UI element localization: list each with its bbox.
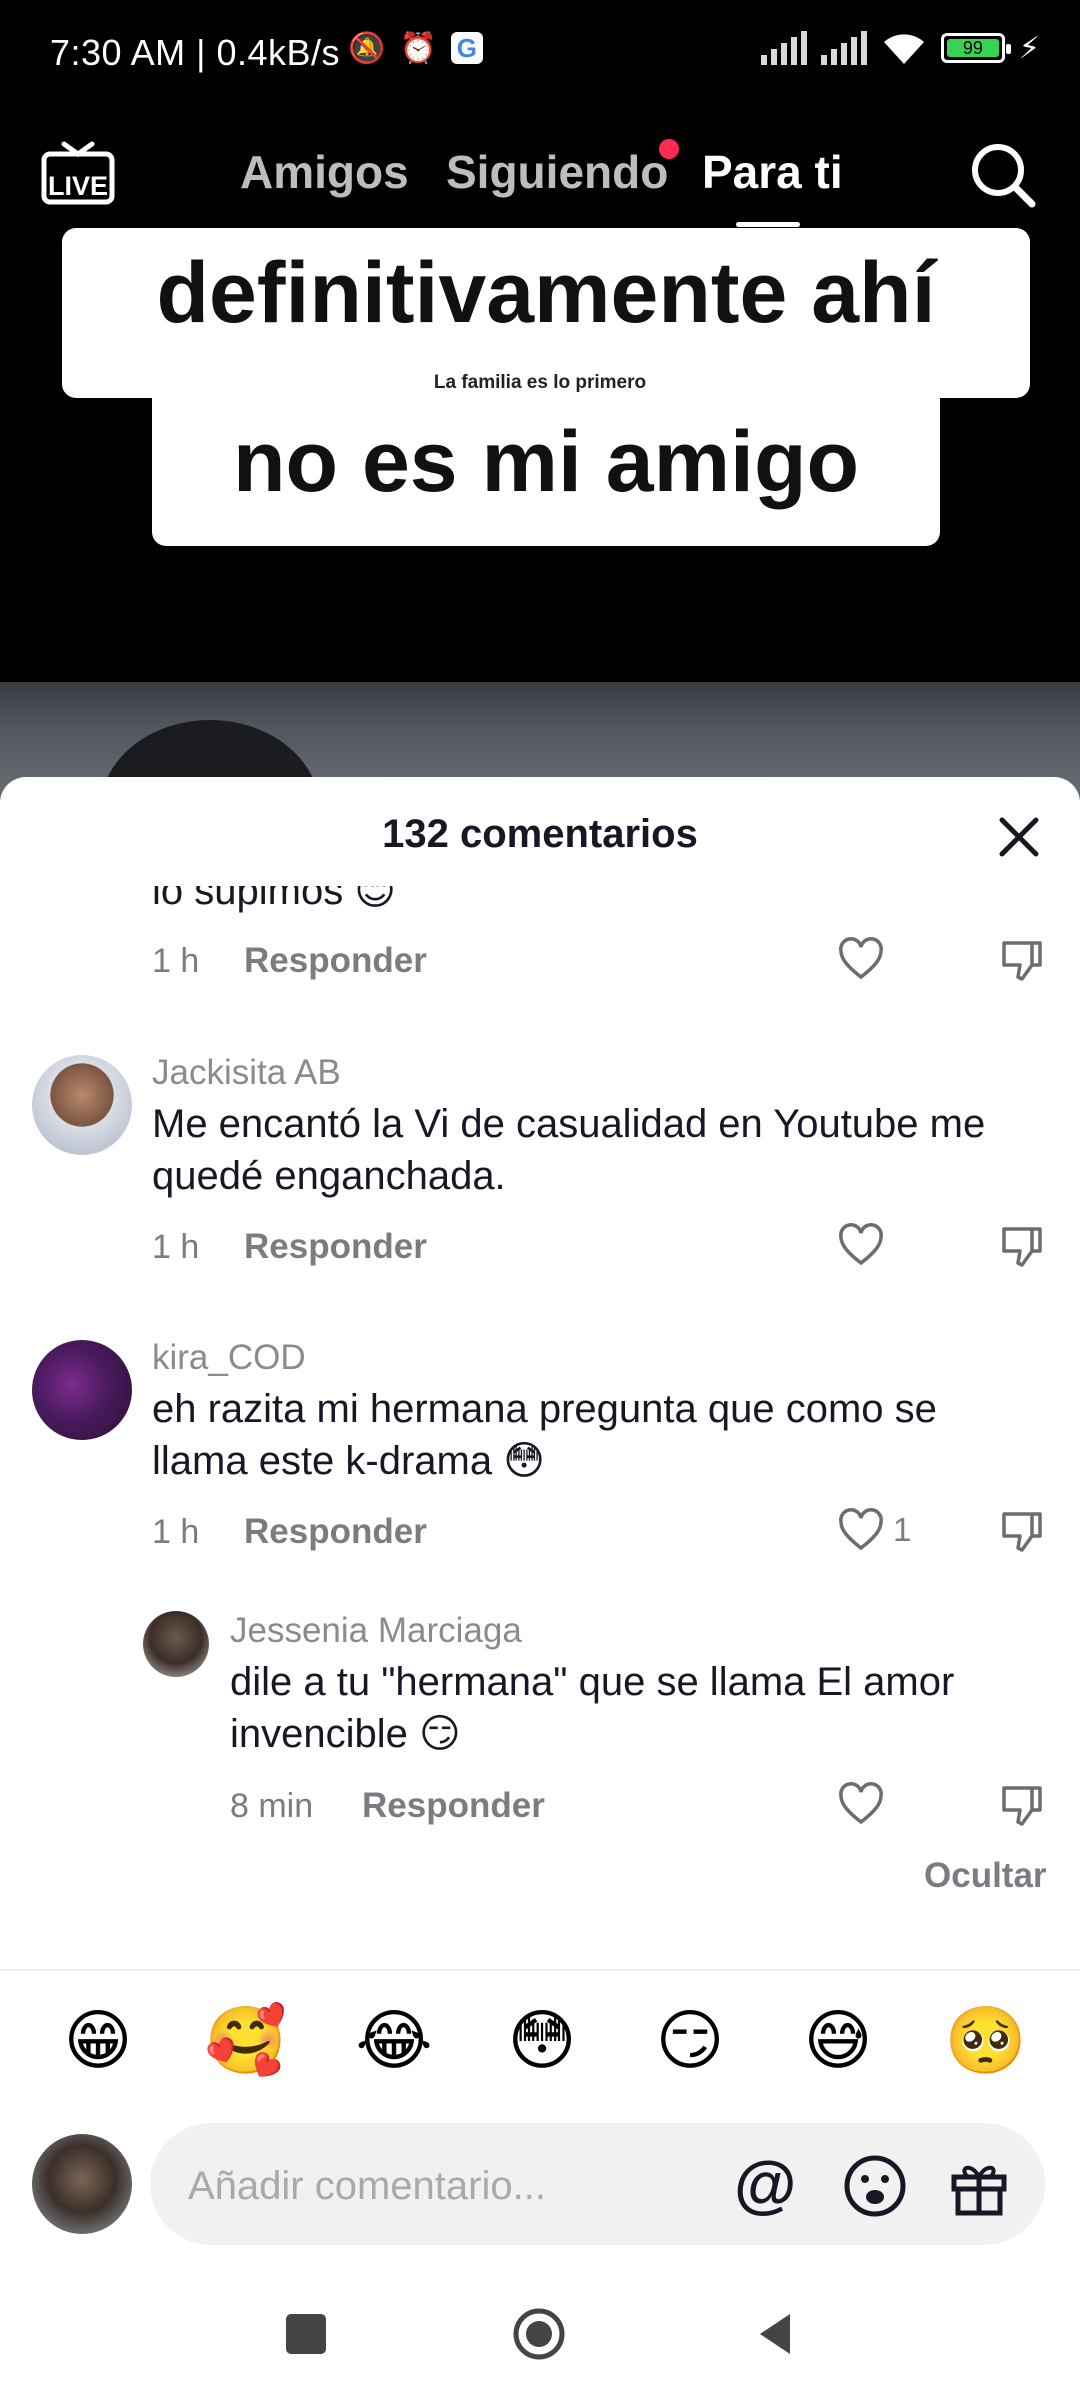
mention-icon[interactable]: @ (734, 2152, 796, 2216)
alarm-icon: ⏰ (399, 31, 437, 65)
my-avatar (32, 2134, 132, 2234)
charging-icon: ⚡ (1018, 31, 1040, 65)
tab-para-ti[interactable]: Para ti (702, 145, 843, 199)
reply-time: 8 min (230, 1787, 314, 1825)
dislike-icon[interactable] (998, 1508, 1044, 1554)
sheet-header-bg (0, 870, 1080, 886)
caption-subtitle: La familia es lo primero (433, 372, 647, 393)
status-time: 7:30 AM | 0.4kB/s (50, 32, 340, 73)
google-icon: G (450, 32, 483, 64)
live-button[interactable]: LIVE (40, 140, 116, 206)
reply-button[interactable]: Responder (244, 941, 427, 981)
signal-icon (760, 31, 807, 65)
emoji-icon[interactable] (842, 2153, 908, 2219)
hide-replies-button[interactable]: Ocultar (924, 1856, 1047, 1896)
close-icon[interactable] (992, 810, 1046, 864)
reply-text: dile a tu "hermana" que se llama El amor… (230, 1660, 955, 1756)
caption-line-2: no es mi amigo (152, 378, 940, 546)
avatar[interactable] (143, 1611, 209, 1677)
like-count: 1 (893, 1511, 912, 1548)
comment-text: Me encantó la Vi de casualidad en Youtub… (152, 1102, 986, 1198)
comment-username[interactable]: Jackisita AB (152, 1053, 341, 1093)
active-tab-indicator (736, 222, 800, 227)
notification-dot (659, 139, 679, 159)
emoji-grin[interactable]: 😁 (48, 2000, 148, 2080)
reply-button[interactable]: Responder (362, 1786, 545, 1826)
comment-time: 1 h (152, 942, 200, 980)
heart-icon[interactable] (838, 937, 884, 983)
comment-username[interactable]: kira_COD (152, 1338, 306, 1378)
caption-line-1-text: definitivamente ahí (156, 244, 936, 341)
comment-time: 1 h (152, 1513, 200, 1551)
wifi-icon (883, 34, 924, 64)
emoji-smiling-hearts[interactable]: 🥰 (196, 2000, 296, 2080)
battery-icon: 99 (940, 33, 1011, 63)
avatar[interactable] (32, 1055, 132, 1155)
signal-icon-2 (820, 31, 867, 65)
comments-title: 132 comentarios (382, 812, 698, 856)
status-icons: 🔕 ⏰ G 99 ⚡ (348, 30, 1040, 66)
back-icon[interactable] (752, 2310, 800, 2358)
emoji-smirk[interactable]: 😏 (640, 2000, 740, 2080)
live-label: LIVE (48, 171, 109, 201)
reply-button[interactable]: Responder (244, 1512, 427, 1552)
emoji-pleading[interactable]: 🥺 (936, 2000, 1036, 2080)
divider (0, 1969, 1080, 1971)
caption-line-2-text: no es mi amigo (232, 413, 860, 510)
reply-button[interactable]: Responder (244, 1227, 427, 1267)
emoji-joy[interactable]: 😂 (344, 2000, 444, 2080)
avatar[interactable] (32, 1340, 132, 1440)
tab-siguiendo[interactable]: Siguiendo (446, 145, 668, 199)
comment-text: eh razita mi hermana pregunta que como s… (152, 1387, 937, 1483)
mute-icon: 🔕 (348, 31, 386, 65)
dislike-icon[interactable] (998, 1782, 1044, 1828)
dislike-icon[interactable] (998, 937, 1044, 983)
heart-icon[interactable] (838, 1508, 884, 1554)
emoji-flushed[interactable]: 😳 (492, 2000, 592, 2080)
comment-input-placeholder: Añadir comentario... (188, 2164, 546, 2208)
recent-apps-icon[interactable] (286, 2314, 326, 2354)
reply-username[interactable]: Jessenia Marciaga (230, 1611, 522, 1651)
heart-icon[interactable] (838, 1782, 884, 1828)
gift-icon[interactable] (946, 2153, 1012, 2219)
dislike-icon[interactable] (998, 1223, 1044, 1269)
comment-time: 1 h (152, 1228, 200, 1266)
battery-level: 99 (962, 38, 983, 58)
heart-icon[interactable] (838, 1223, 884, 1269)
tab-amigos[interactable]: Amigos (240, 145, 409, 199)
search-icon[interactable] (968, 140, 1038, 210)
home-icon[interactable] (512, 2307, 566, 2361)
emoji-sweat-smile[interactable]: 😅 (788, 2000, 888, 2080)
